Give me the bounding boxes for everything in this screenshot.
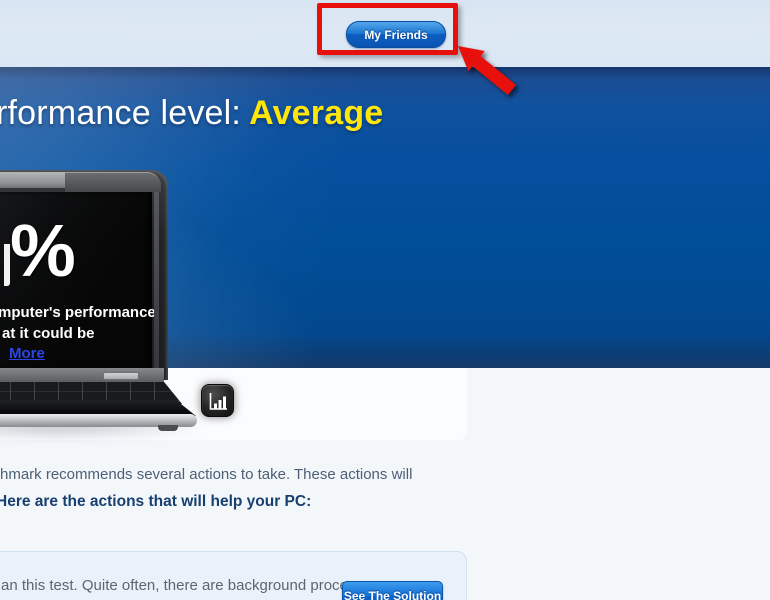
bar-chart-icon[interactable] — [201, 384, 234, 417]
performance-headline: rformance level:Average — [0, 94, 383, 133]
performance-level-value: Average — [249, 94, 383, 132]
app-window: My Friends rformance level:Average % mpu… — [0, 0, 770, 600]
more-link[interactable]: More — [9, 345, 45, 362]
red-arrow-icon — [450, 38, 530, 108]
recommendations-heading: Here are the actions that will help your… — [0, 493, 311, 511]
laptop-display: % mputer's performance at it could be Mo… — [0, 192, 152, 370]
recommendations-intro: hmark recommends several actions to take… — [0, 466, 412, 483]
score-percent: % — [10, 214, 76, 288]
see-the-solution-button[interactable]: See The Solution — [342, 581, 443, 600]
headline-prefix: rformance level: — [0, 94, 241, 132]
laptop-latch — [103, 372, 139, 380]
my-friends-button[interactable]: My Friends — [346, 21, 446, 48]
solution-card-text: an this test. Quite often, there are bac… — [1, 577, 379, 594]
laptop-foot — [158, 425, 178, 431]
solution-card: an this test. Quite often, there are bac… — [0, 551, 467, 600]
laptop-hinge — [65, 172, 161, 192]
screen-text-line1: mputer's performance — [0, 304, 156, 321]
highlight-rectangle: My Friends — [317, 3, 458, 55]
screen-text-line2: at it could be — [2, 325, 95, 342]
laptop-bezel-bottom — [0, 368, 164, 383]
laptop-lid-edge — [0, 172, 66, 188]
laptop-illustration: % mputer's performance at it could be Mo… — [0, 166, 218, 456]
